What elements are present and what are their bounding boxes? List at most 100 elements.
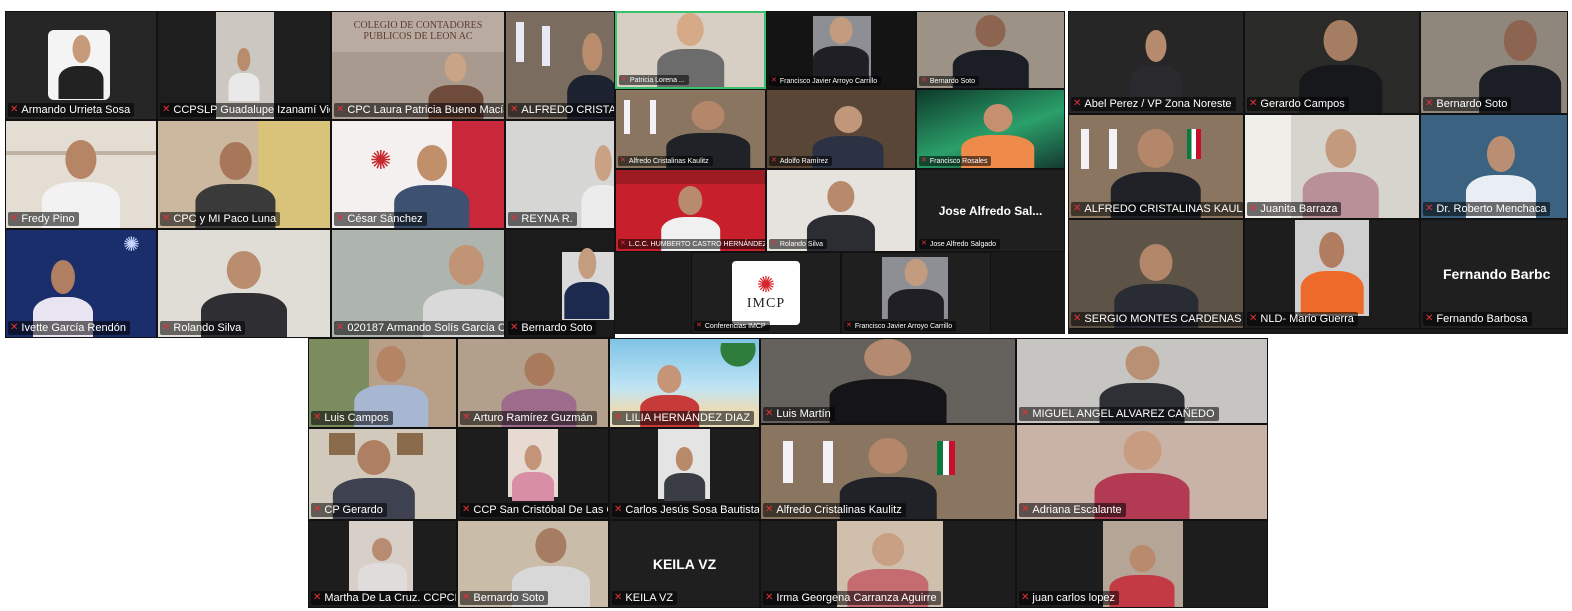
video-tile[interactable]: ✕ALFREDO CRISTALINAS KAULITZ bbox=[1068, 114, 1244, 219]
video-tile[interactable]: ✕ Bernardo Soto bbox=[505, 229, 615, 338]
video-tile[interactable]: ✕ MIGUEL ANGEL ALVAREZ CAÑEDO bbox=[1016, 338, 1268, 424]
mic-muted-icon: ✕ bbox=[614, 592, 623, 603]
participant-name-label: ✕ Francisco Javier Arroyo Carrillo bbox=[769, 76, 882, 86]
mic-muted-icon: ✕ bbox=[510, 104, 519, 115]
video-tile[interactable]: ✕ CPC y MI Paco Luna bbox=[157, 120, 331, 229]
video-tile[interactable]: ✕020187 Armando Solís García CC... bbox=[331, 229, 505, 338]
mic-muted-icon: ✕ bbox=[614, 412, 623, 423]
video-tile[interactable]: ✕ juan carlos lopez bbox=[1016, 520, 1268, 608]
video-tile[interactable]: ✕ Carlos Jesús Sosa Bautista bbox=[609, 428, 760, 520]
video-tile[interactable]: ✕ L.C.C. HUMBERTO CASTRO HERNÁNDEZ bbox=[615, 169, 766, 252]
ccp-logo-icon: ✺ bbox=[123, 234, 140, 257]
video-tile[interactable]: ✕CCP San Cristóbal De Las Casas Á... bbox=[457, 428, 609, 520]
video-tile[interactable]: ✕ Armando Urrieta Sosa bbox=[5, 11, 157, 120]
video-tile[interactable]: ✕ Francisco Rosales bbox=[916, 89, 1065, 169]
video-tile[interactable]: ✕ Adolfo Ramírez bbox=[766, 89, 916, 169]
participant-name-label: ✕ Armando Urrieta Sosa bbox=[8, 103, 135, 117]
video-tile-active-speaker[interactable]: ✕ Patricia Lorena ... bbox=[615, 11, 766, 89]
video-tile[interactable]: ✕ Abel Perez / VP Zona Noreste bbox=[1068, 11, 1244, 114]
video-tile[interactable]: KEILA VZ ✕ KEILA VZ bbox=[609, 520, 760, 608]
participant-video bbox=[1129, 30, 1183, 103]
video-tile[interactable]: ✕ Juanita Barraza bbox=[1244, 114, 1420, 219]
mic-muted-icon: ✕ bbox=[1073, 203, 1082, 214]
participant-name-label: ✕ Arturo Ramírez Guzmán bbox=[460, 411, 597, 425]
mic-muted-icon: ✕ bbox=[614, 504, 623, 515]
video-tile[interactable]: ✕ LILIA HERNÁNDEZ DIAZ bbox=[609, 338, 760, 428]
participant-name-label: ✕CCP San Cristóbal De Las Casas Á... bbox=[460, 503, 608, 517]
participant-name-label: ✕ Francisco Rosales bbox=[919, 156, 992, 166]
mic-muted-icon: ✕ bbox=[1021, 504, 1030, 515]
gallery-panel-3: ✕ Abel Perez / VP Zona Noreste ✕ Gerardo C… bbox=[1068, 11, 1568, 334]
video-tile[interactable]: ✕ Bernardo Soto bbox=[457, 520, 609, 608]
video-tile[interactable]: Jose Alfredo Sal... ✕ Jose Alfredo Salgad… bbox=[916, 169, 1065, 252]
mic-muted-icon: ✕ bbox=[620, 157, 626, 164]
mic-muted-icon: ✕ bbox=[921, 240, 927, 247]
mic-muted-icon: ✕ bbox=[696, 322, 702, 329]
mic-muted-icon: ✕ bbox=[1249, 203, 1258, 214]
participant-name-label: ✕ Adolfo Ramírez bbox=[769, 156, 833, 166]
participant-name-label: ✕ MIGUEL ANGEL ALVAREZ CAÑEDO bbox=[1019, 407, 1219, 421]
mic-muted-icon: ✕ bbox=[771, 157, 777, 164]
participant-name-label: ✕ KEILA VZ bbox=[612, 591, 678, 605]
participant-name-label: ✕ Bernardo Soto bbox=[460, 591, 549, 605]
video-tile[interactable]: ✕ NLD- Mario Guerra bbox=[1244, 219, 1420, 329]
video-tile[interactable]: ✕ Arturo Ramírez Guzmán bbox=[457, 338, 609, 428]
participant-name-label: ✕ Irma Georgena Carranza Aguirre bbox=[763, 591, 941, 605]
participant-name-label: ✕ NLD- Mario Guerra bbox=[1247, 312, 1358, 326]
participant-video bbox=[1300, 231, 1364, 314]
video-tile[interactable]: ✕ CP Gerardo bbox=[308, 428, 457, 520]
video-tile[interactable]: ✕ Irma Georgena Carranza Aguirre bbox=[760, 520, 1016, 608]
participant-name-label: ✕ CP Gerardo bbox=[311, 503, 387, 517]
mic-muted-icon: ✕ bbox=[162, 322, 171, 333]
video-tile[interactable]: ✕ Fredy Pino bbox=[5, 120, 157, 229]
mic-muted-icon: ✕ bbox=[336, 322, 345, 333]
participant-name-label: ✕ Bernardo Soto bbox=[919, 76, 980, 86]
video-tile[interactable]: ✕ Rolando Silva bbox=[157, 229, 331, 338]
video-tile[interactable]: ✕ Dr. Roberto Menchaca bbox=[1420, 114, 1568, 219]
video-tile[interactable]: ✕CCPSLP Guadalupe Izanamí Viera ... bbox=[157, 11, 331, 120]
video-tile[interactable]: ✕ Rolando Silva bbox=[766, 169, 916, 252]
video-tile[interactable]: ✕ Adriana Escalante bbox=[1016, 424, 1268, 520]
video-tile[interactable]: ✕ Bernardo Soto bbox=[1420, 11, 1568, 114]
gallery-panel-5: ✕ Luis Martín ✕ MIGUEL ANGEL ALVAREZ CAÑED… bbox=[760, 338, 1268, 608]
mic-muted-icon: ✕ bbox=[10, 213, 19, 224]
participant-video bbox=[581, 144, 614, 228]
participant-video bbox=[228, 47, 260, 101]
mic-muted-icon: ✕ bbox=[1425, 203, 1434, 214]
video-tile[interactable]: ✺ ✕ César Sánchez bbox=[331, 120, 505, 229]
video-tile[interactable]: ✕ SERGIO MONTES CARDENAS bbox=[1068, 219, 1244, 329]
video-tile[interactable]: ✕ Francisco Javier Arroyo Carrillo bbox=[841, 252, 991, 334]
video-tile[interactable]: ✕ALFREDO CRISTALINAS KAULITZ bbox=[505, 11, 615, 120]
video-tile[interactable]: Fernando Barbc ✕ Fernando Barbosa bbox=[1420, 219, 1568, 329]
video-tile[interactable]: ✺ ✕ Ivette García Rendón bbox=[5, 229, 157, 338]
video-tile[interactable]: ✕ Luis Martín bbox=[760, 338, 1016, 424]
video-tile[interactable]: ✕ Martha De La Cruz. CCPCH bbox=[308, 520, 457, 608]
participant-name-label: ✕ Francisco Javier Arroyo Carrillo bbox=[844, 321, 957, 331]
video-tile[interactable]: COLEGIO DE CONTADORES PUBLICOS DE LEON A… bbox=[331, 11, 505, 120]
video-tile[interactable]: ✺ IMCP ✕ Conferencias IMCP bbox=[691, 252, 841, 334]
participant-video bbox=[1109, 545, 1175, 607]
participant-video bbox=[887, 258, 945, 321]
video-tile[interactable]: ✕ Alfredo Cristalinas Kaulitz bbox=[615, 89, 766, 169]
video-tile[interactable]: ✕ Luis Campos bbox=[308, 338, 457, 428]
mic-muted-icon: ✕ bbox=[1073, 98, 1082, 109]
mic-muted-icon: ✕ bbox=[162, 213, 171, 224]
mic-muted-icon: ✕ bbox=[620, 240, 626, 247]
mic-muted-icon: ✕ bbox=[336, 104, 345, 115]
participant-name-label: ✕ Rolando Silva bbox=[160, 321, 246, 335]
mic-muted-icon: ✕ bbox=[765, 408, 774, 419]
participant-name-label: ✕ REYNA R. bbox=[508, 212, 577, 226]
video-tile[interactable]: ✕ REYNA R. bbox=[505, 120, 615, 229]
video-tile[interactable]: ✕ Bernardo Soto bbox=[916, 11, 1065, 89]
participant-name-label: ✕ CPC y MI Paco Luna bbox=[160, 212, 281, 226]
video-tile[interactable]: ✕ Gerardo Campos bbox=[1244, 11, 1420, 114]
video-tile[interactable]: ✕ Francisco Javier Arroyo Carrillo bbox=[766, 11, 916, 89]
participant-video bbox=[564, 248, 610, 319]
mic-muted-icon: ✕ bbox=[10, 322, 19, 333]
participant-name-label: ✕020187 Armando Solís García CC... bbox=[334, 321, 505, 335]
participant-name-label: ✕ Alfredo Cristalinas Kaulitz bbox=[763, 503, 906, 517]
mic-muted-icon: ✕ bbox=[1249, 98, 1258, 109]
participant-video bbox=[357, 537, 408, 591]
video-tile[interactable]: ✕ Alfredo Cristalinas Kaulitz bbox=[760, 424, 1016, 520]
participant-name-label: ✕ALFREDO CRISTALINAS KAULITZ bbox=[508, 103, 614, 117]
